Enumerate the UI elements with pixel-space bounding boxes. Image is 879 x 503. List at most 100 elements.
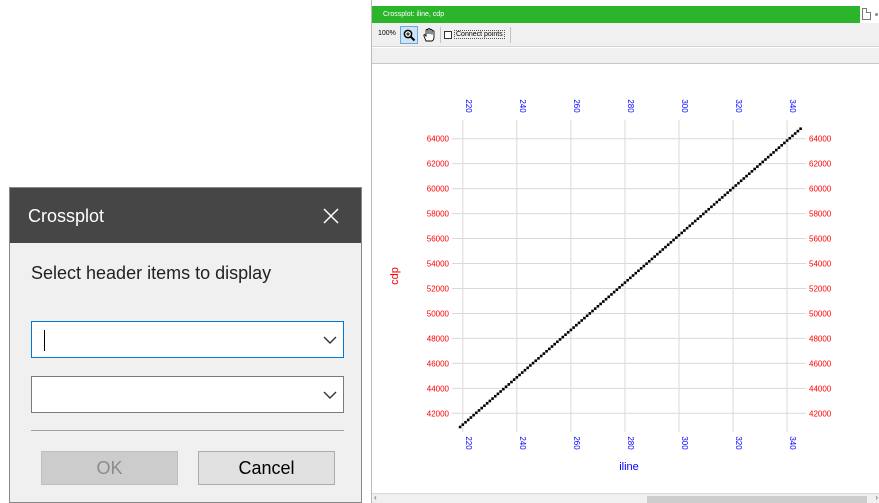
data-point — [747, 172, 751, 176]
y-tick-label-left: 52000 — [427, 284, 450, 293]
data-point — [661, 248, 665, 251]
data-point — [647, 260, 651, 263]
header-item-combo-1[interactable] — [31, 321, 344, 358]
y-tick-label-right: 46000 — [809, 359, 832, 368]
data-point — [545, 349, 548, 353]
data-point — [580, 319, 584, 322]
data-point — [634, 271, 638, 275]
data-point — [472, 413, 475, 417]
data-point — [572, 326, 575, 329]
scroll-right-icon[interactable]: › — [875, 493, 878, 502]
y-tick-label-right: 62000 — [809, 160, 832, 169]
data-point — [666, 243, 670, 247]
data-point — [623, 281, 627, 284]
data-point — [756, 165, 759, 168]
ok-button[interactable]: OK — [41, 451, 178, 485]
y-tick-label-left: 42000 — [427, 409, 450, 418]
chevron-down-icon[interactable] — [323, 390, 337, 400]
data-point — [796, 129, 800, 133]
data-point — [772, 151, 775, 154]
data-point — [496, 392, 500, 396]
crossplot-dialog: Crossplot Select header items to display… — [9, 187, 362, 503]
y-tick-label-right: 60000 — [809, 185, 832, 194]
data-point — [715, 200, 719, 204]
data-point — [610, 293, 613, 296]
data-point — [718, 198, 721, 202]
data-point — [707, 207, 711, 211]
data-point — [793, 132, 797, 135]
data-point — [588, 312, 592, 315]
y-tick-label-right: 42000 — [809, 409, 832, 418]
data-point — [504, 385, 508, 389]
data-point — [510, 380, 513, 384]
data-point — [750, 170, 754, 173]
data-point — [677, 233, 681, 237]
cancel-button[interactable]: Cancel — [198, 451, 335, 485]
data-point — [626, 278, 629, 282]
data-point — [720, 196, 724, 199]
data-point — [688, 224, 692, 228]
data-point — [612, 290, 616, 294]
data-point — [799, 127, 802, 131]
y-tick-label-right: 50000 — [809, 309, 832, 318]
x-tick-label-top: 320 — [734, 99, 743, 113]
data-point — [507, 383, 511, 386]
data-point — [788, 136, 792, 140]
data-point — [693, 219, 697, 223]
y-axis-label: cdp — [389, 267, 401, 285]
data-point — [458, 425, 462, 429]
crossplot-chart: 220 220 240 240 260 260 280 280 300 300 320 320 340 3… — [389, 99, 832, 473]
data-point — [542, 352, 546, 355]
data-point — [491, 397, 494, 400]
data-point — [518, 373, 521, 377]
y-tick-label-left: 62000 — [427, 160, 450, 169]
chevron-down-icon[interactable] — [323, 335, 337, 345]
x-tick-label-top: 280 — [626, 99, 635, 113]
data-point — [526, 366, 529, 370]
data-point — [650, 257, 654, 261]
data-point — [631, 274, 635, 277]
data-point — [745, 174, 748, 178]
x-tick-label-bottom: 280 — [626, 436, 635, 450]
data-point — [618, 286, 621, 289]
y-tick-label-left: 56000 — [427, 235, 450, 244]
data-point — [637, 269, 640, 273]
x-tick-label-top: 240 — [518, 99, 527, 113]
data-point — [702, 212, 705, 216]
data-point — [602, 300, 605, 303]
scroll-left-icon[interactable]: ‹ — [374, 493, 377, 502]
data-point — [547, 347, 551, 351]
data-point — [674, 236, 678, 239]
x-tick-label-bottom: 340 — [788, 436, 797, 450]
y-tick-label-left: 60000 — [427, 185, 450, 194]
data-point — [769, 153, 773, 157]
close-icon[interactable] — [321, 206, 341, 226]
x-tick-label-bottom: 220 — [464, 436, 473, 450]
data-point — [739, 179, 743, 183]
data-point — [569, 328, 573, 332]
y-tick-label-left: 50000 — [427, 309, 450, 318]
y-tick-label-right: 56000 — [809, 235, 832, 244]
data-point — [593, 307, 597, 310]
data-point — [734, 184, 738, 187]
data-point — [683, 229, 686, 232]
x-tick-label-bottom: 320 — [734, 436, 743, 450]
dialog-prompt: Select header items to display — [31, 263, 272, 283]
x-tick-label-top: 340 — [788, 99, 797, 113]
data-point — [607, 295, 611, 299]
data-point — [629, 276, 632, 280]
data-point — [553, 342, 556, 346]
data-point — [685, 226, 689, 230]
data-point — [523, 368, 527, 372]
scrollbar-thumb[interactable] — [647, 496, 867, 503]
data-point — [791, 134, 794, 138]
data-point — [566, 331, 570, 334]
data-point — [466, 418, 470, 422]
data-point — [561, 335, 565, 339]
data-point — [480, 406, 484, 410]
header-item-combo-2[interactable] — [31, 376, 344, 413]
data-point — [645, 262, 648, 265]
y-tick-label-left: 58000 — [427, 210, 450, 219]
horizontal-scrollbar[interactable]: ‹ › — [372, 493, 879, 503]
data-point — [477, 409, 481, 412]
